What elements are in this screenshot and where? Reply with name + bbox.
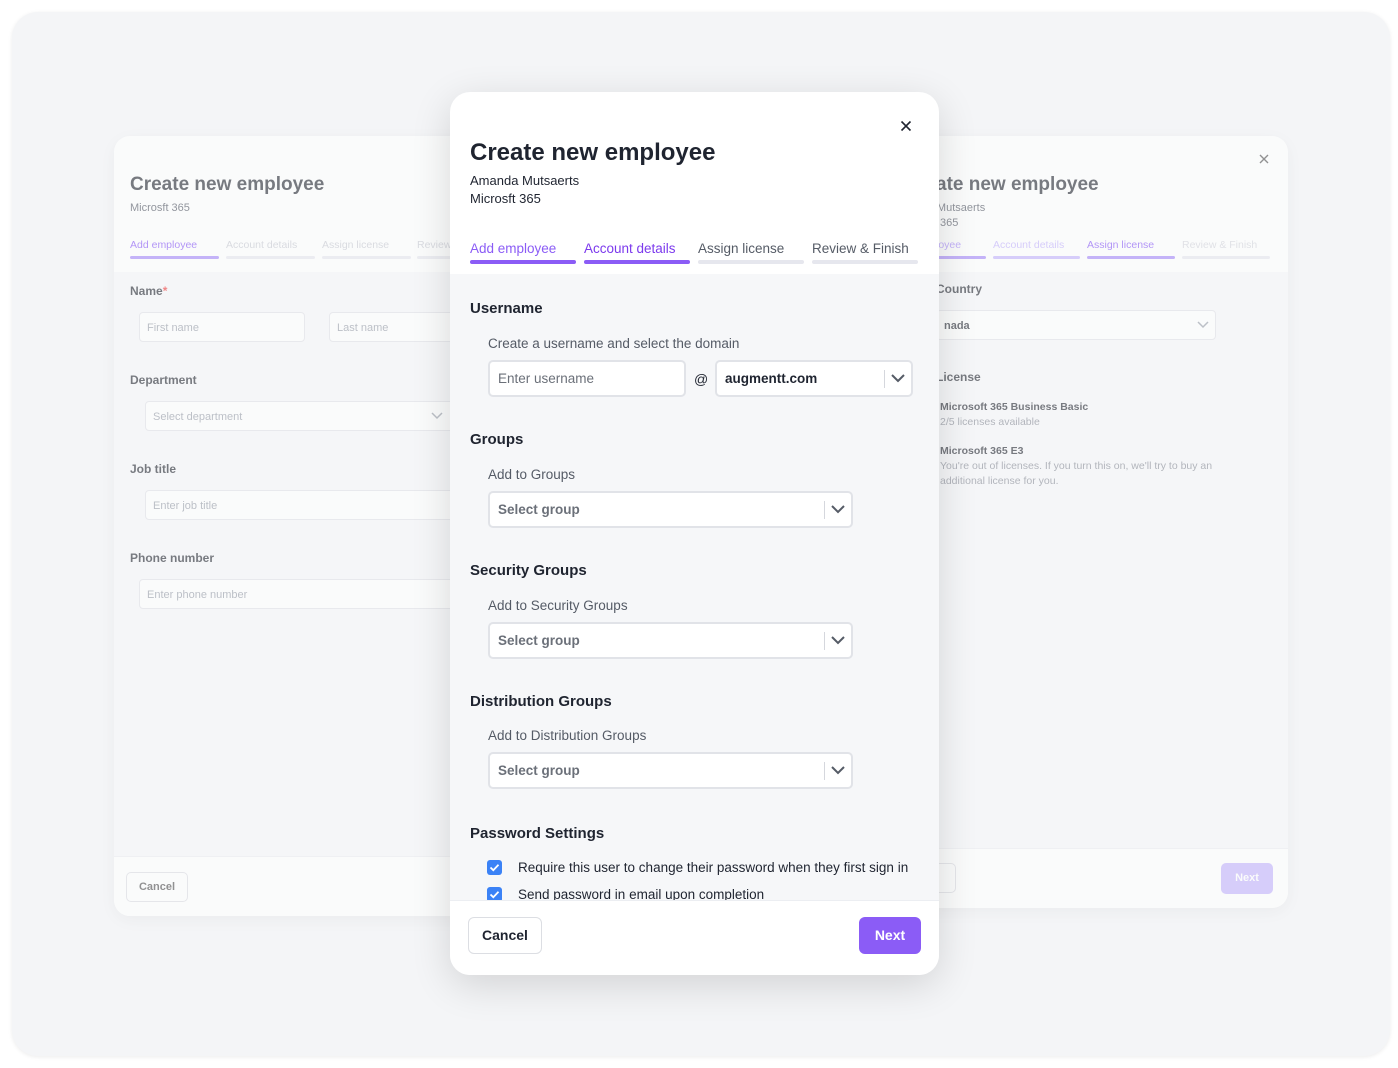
distribution-groups-heading: Distribution Groups <box>470 693 612 710</box>
divider <box>824 501 825 519</box>
tab-indicator <box>584 260 690 264</box>
groups-select[interactable]: Select group <box>488 491 853 528</box>
license-warning: additional license for you. <box>940 475 1059 487</box>
tab-review-finish[interactable]: Review & Finish <box>1182 239 1257 251</box>
tab-indicator <box>130 256 219 259</box>
first-name-input[interactable]: First name <box>139 312 305 342</box>
phone-input[interactable]: Enter phone number <box>139 579 494 609</box>
distribution-groups-hint: Add to Distribution Groups <box>488 728 647 743</box>
check-icon <box>489 891 500 899</box>
tab-indicator <box>1087 256 1175 259</box>
domain-select[interactable]: augmentt.com <box>715 360 913 397</box>
tab-indicator <box>698 260 804 264</box>
divider <box>824 762 825 780</box>
phone-label: Phone number <box>130 551 215 565</box>
distribution-groups-select[interactable]: Select group <box>488 752 853 789</box>
chevron-down-icon <box>831 505 845 514</box>
groups-placeholder: Select group <box>498 502 580 517</box>
dialog-title: ate new employee <box>936 174 1099 195</box>
tab-account-details[interactable]: Account details <box>226 239 297 251</box>
cancel-button[interactable]: Cancel <box>126 872 188 902</box>
tab-indicator <box>470 260 576 264</box>
password-settings-heading: Password Settings <box>470 825 605 842</box>
license-availability: 2/5 licenses available <box>940 416 1040 428</box>
security-groups-select[interactable]: Select group <box>488 622 853 659</box>
chevron-down-icon <box>431 412 443 420</box>
groups-hint: Add to Groups <box>488 467 576 482</box>
tab-assign-license[interactable]: Assign license <box>322 239 389 251</box>
tab-account-details[interactable]: Account details <box>584 241 676 256</box>
background-dialog-step1: Create new employee Microsft 365 Add emp… <box>114 136 494 916</box>
at-symbol: @ <box>694 371 709 387</box>
domain-value: augmentt.com <box>725 371 818 386</box>
distribution-groups-placeholder: Select group <box>498 763 580 778</box>
job-title-input[interactable]: Enter job title <box>145 490 494 520</box>
form-body: Country nada License Microsoft 365 Busin… <box>900 272 1288 848</box>
form-body[interactable]: Username Create a username and select th… <box>450 274 939 900</box>
chevron-down-icon <box>891 374 905 383</box>
close-icon[interactable] <box>898 118 914 134</box>
dialog-subtitle: Microsft 365 <box>130 202 190 214</box>
employee-name: Amanda Mutsaerts <box>470 173 580 188</box>
tab-indicator <box>226 256 315 259</box>
close-icon[interactable] <box>1257 152 1271 166</box>
license-name: Microsoft 365 E3 <box>940 445 1024 457</box>
security-groups-hint: Add to Security Groups <box>488 598 628 613</box>
dialog-footer: Cancel <box>114 856 494 916</box>
tab-account-details[interactable]: Account details <box>993 239 1064 251</box>
security-groups-placeholder: Select group <box>498 633 580 648</box>
license-warning: You're out of licenses. If you turn this… <box>940 460 1213 472</box>
job-title-label: Job title <box>130 462 177 476</box>
chevron-down-icon <box>831 636 845 645</box>
username-hint: Create a username and select the domain <box>488 336 740 351</box>
username-heading: Username <box>470 300 543 317</box>
next-button[interactable]: Next <box>859 917 921 954</box>
country-label: Country <box>936 282 982 296</box>
tab-add-employee[interactable]: Add employee <box>130 239 197 251</box>
username-input[interactable]: Enter username <box>488 360 686 397</box>
product-name: Microsft 365 <box>470 191 541 206</box>
chevron-down-icon <box>1197 321 1209 329</box>
require-change-checkbox[interactable] <box>487 860 502 875</box>
dialog-title: Create new employee <box>130 174 325 195</box>
tab-indicator <box>812 260 918 264</box>
security-groups-heading: Security Groups <box>470 562 587 579</box>
dialog-footer: Next <box>900 848 1288 908</box>
tab-indicator <box>322 256 411 259</box>
dialog-title: Create new employee <box>470 139 716 166</box>
dialog-footer: Cancel Next <box>450 900 939 975</box>
chevron-down-icon <box>831 766 845 775</box>
next-button[interactable]: Next <box>1221 863 1273 894</box>
tab-indicator <box>936 256 986 259</box>
dialog-subtitle: Mutsaerts <box>936 202 986 214</box>
tab-assign-license[interactable]: Assign license <box>698 241 784 256</box>
tab-assign-license[interactable]: Assign license <box>1087 239 1154 251</box>
name-label: Name* <box>130 284 168 298</box>
tab-add-employee[interactable]: Add employee <box>470 241 556 256</box>
tab-add-employee[interactable]: loyee <box>936 239 961 251</box>
form-body: Name* First name Last name Department Se… <box>114 272 494 856</box>
send-password-label: Send password in email upon completion <box>518 887 765 900</box>
department-label: Department <box>130 373 197 387</box>
tab-indicator <box>1182 256 1270 259</box>
country-select[interactable]: nada <box>936 310 1216 340</box>
create-employee-dialog: Create new employee Amanda Mutsaerts Mic… <box>450 92 939 975</box>
cancel-button[interactable]: Cancel <box>468 917 542 954</box>
dialog-subtitle-product: 365 <box>940 217 959 229</box>
groups-heading: Groups <box>470 431 524 448</box>
send-password-checkbox[interactable] <box>487 887 502 900</box>
divider <box>824 632 825 650</box>
check-icon <box>489 864 500 872</box>
tab-review-finish[interactable]: Review & Finish <box>812 241 909 256</box>
tab-indicator <box>993 256 1080 259</box>
license-name: Microsoft 365 Business Basic <box>940 401 1089 413</box>
divider <box>884 370 885 388</box>
background-dialog-step3: ate new employee Mutsaerts 365 loyee Acc… <box>900 136 1288 908</box>
license-label: License <box>936 370 981 384</box>
require-change-label: Require this user to change their passwo… <box>518 860 909 875</box>
